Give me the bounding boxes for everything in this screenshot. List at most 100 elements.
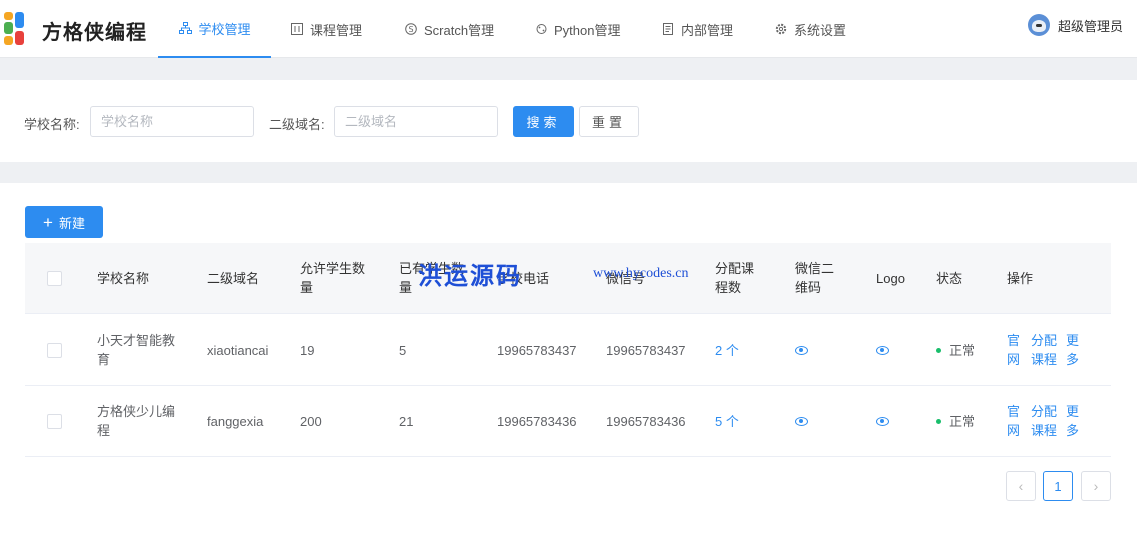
existing-students: 21 (399, 413, 414, 429)
row-checkbox[interactable] (47, 342, 62, 358)
next-page-button[interactable]: › (1081, 471, 1111, 501)
official-site-line1[interactable]: 官 (1007, 402, 1031, 421)
reset-button[interactable]: 重置 (579, 106, 639, 137)
courses-link[interactable]: 2 个 (715, 315, 739, 385)
eye-icon[interactable] (795, 345, 808, 355)
row-actions: 官网 分配 课程 更多 (1007, 315, 1086, 385)
view-logo[interactable] (876, 386, 889, 456)
view-qr[interactable] (795, 315, 808, 385)
nav-label: Scratch管理 (424, 22, 495, 38)
assign-course-line1[interactable]: 分配 (1031, 402, 1066, 421)
assign-course-link[interactable]: 分配 课程 (1031, 402, 1066, 440)
gear-icon (774, 22, 788, 36)
more-line2[interactable]: 多 (1066, 421, 1086, 440)
search-panel: 学校名称: 二级域名: 搜索 重置 (0, 80, 1137, 162)
user-menu[interactable]: 超级管理员 (1027, 14, 1123, 36)
nav-school-management[interactable]: 学校管理 (158, 0, 271, 58)
top-navbar: 方格侠编程 学校管理 课程管理 S Scratch管理 Python管理 内部管… (0, 0, 1137, 58)
school-name-label: 学校名称: (24, 117, 80, 132)
table-header: 学校名称 二级域名 允许学生数量 已有学生数量 学校电话 微信号 分配课程数 微… (25, 243, 1111, 314)
view-qr[interactable] (795, 386, 808, 456)
row-actions: 官网 分配 课程 更多 (1007, 386, 1086, 456)
nav-python-management[interactable]: Python管理 (534, 0, 620, 58)
avatar (1027, 14, 1050, 36)
header-select-all[interactable] (47, 243, 62, 313)
new-button-label: 新建 (58, 215, 85, 231)
new-school-button[interactable]: + 新建 (25, 206, 103, 238)
svg-text:S: S (408, 25, 413, 34)
school-table-panel: + 新建 学校名称 二级域名 允许学生数量 已有学生数量 学校电话 微信号 分配… (0, 183, 1137, 542)
watermark-text: 洪运源码 (418, 261, 522, 290)
prev-page-button[interactable]: ‹ (1006, 471, 1036, 501)
table-row: 小天才智能教育 xiaotiancai 19 5 19965783437 199… (25, 315, 1111, 386)
eye-icon[interactable] (876, 416, 889, 426)
nav-course-management[interactable]: 课程管理 (290, 0, 362, 58)
status-dot-icon (936, 418, 941, 424)
col-school-name: 学校名称 (97, 270, 150, 286)
official-site-line2[interactable]: 网 (1007, 350, 1031, 369)
domain: xiaotiancai (207, 342, 269, 358)
more-link[interactable]: 更多 (1066, 402, 1086, 440)
assign-course-line2[interactable]: 课程 (1031, 421, 1066, 440)
col-courses: 分配课程数 (715, 261, 755, 295)
chevron-right-icon: › (1093, 478, 1099, 494)
allowed-students: 19 (300, 342, 315, 358)
official-site-line1[interactable]: 官 (1007, 331, 1031, 350)
org-chart-icon (178, 21, 192, 35)
select-all-checkbox[interactable] (47, 270, 62, 286)
assign-course-line1[interactable]: 分配 (1031, 331, 1066, 350)
wechat: 19965783436 (606, 413, 686, 429)
domain-label: 二级域名: (269, 117, 325, 132)
official-site-link[interactable]: 官网 (1007, 402, 1031, 440)
view-logo[interactable] (876, 315, 889, 385)
more-line2[interactable]: 多 (1066, 350, 1086, 369)
more-line1[interactable]: 更 (1066, 402, 1086, 421)
domain-input[interactable] (334, 106, 498, 137)
status: 正常 (936, 315, 975, 385)
school-name-input[interactable] (90, 106, 254, 137)
more-link[interactable]: 更多 (1066, 331, 1086, 369)
phone: 19965783436 (497, 413, 577, 429)
nav-label: 系统设置 (794, 22, 847, 38)
nav-label: Python管理 (554, 22, 621, 38)
col-logo: Logo (876, 270, 905, 286)
nav-internal-management[interactable]: 内部管理 (661, 0, 733, 58)
search-button[interactable]: 搜索 (513, 106, 574, 137)
row-select[interactable] (47, 315, 62, 385)
assign-course-link[interactable]: 分配 课程 (1031, 331, 1066, 369)
more-line1[interactable]: 更 (1066, 331, 1086, 350)
col-wechat-qr: 微信二维码 (795, 261, 835, 295)
eye-icon[interactable] (795, 416, 808, 426)
domain: fanggexia (207, 413, 264, 429)
plus-icon: + (43, 212, 53, 232)
scratch-icon: S (404, 22, 418, 36)
col-domain: 二级域名 (207, 270, 260, 286)
existing-students: 5 (399, 342, 407, 358)
user-name: 超级管理员 (1057, 18, 1123, 34)
col-status: 状态 (936, 270, 963, 286)
school-name: 小天才智能教育 (97, 333, 176, 367)
assign-course-line2[interactable]: 课程 (1031, 350, 1066, 369)
nav-label: 内部管理 (681, 22, 734, 38)
status-text: 正常 (949, 342, 976, 358)
page-number-button[interactable]: 1 (1043, 471, 1073, 501)
status-dot-icon (936, 347, 941, 353)
wechat: 19965783437 (606, 342, 686, 358)
courses-link[interactable]: 5 个 (715, 386, 739, 456)
official-site-link[interactable]: 官网 (1007, 331, 1031, 369)
logo-mark-icon (4, 12, 40, 46)
row-checkbox[interactable] (47, 413, 62, 429)
school-name: 方格侠少儿编程 (97, 404, 176, 438)
row-select[interactable] (47, 386, 62, 456)
allowed-students: 200 (300, 413, 322, 429)
status: 正常 (936, 386, 975, 456)
app-logo[interactable]: 方格侠编程 (4, 12, 146, 46)
nav-label: 学校管理 (198, 21, 251, 37)
eye-icon[interactable] (876, 345, 889, 355)
official-site-line2[interactable]: 网 (1007, 421, 1031, 440)
python-icon (534, 22, 548, 36)
nav-system-settings[interactable]: 系统设置 (774, 0, 846, 58)
nav-scratch-management[interactable]: S Scratch管理 (404, 0, 494, 58)
document-icon (661, 22, 675, 36)
logo-text: 方格侠编程 (42, 22, 147, 44)
